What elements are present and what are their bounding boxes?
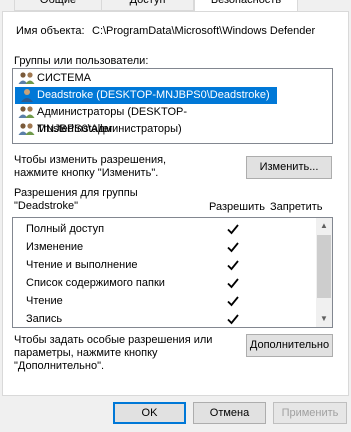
users-group-icon [18,72,35,84]
change-button[interactable]: Изменить... [246,156,332,179]
scroll-up-arrow-icon[interactable]: ▲ [316,218,332,234]
advanced-hint-line: Чтобы задать особые разрешения или [14,334,213,346]
group-item-deadstroke[interactable]: Deadstroke (DESKTOP-MNJBPS0\Deadstroke) [15,87,277,104]
tab-general[interactable]: Общие [14,0,102,11]
change-hint: Чтобы изменить разрешения, нажмите кнопк… [14,154,166,180]
advanced-button[interactable]: Дополнительно [246,334,333,357]
checkmark-icon [227,242,239,253]
group-item-trustedinstaller[interactable]: TrustedInstaller [15,121,331,138]
advanced-hint-line: "Дополнительно". [14,360,105,372]
advanced-hint-line: параметры, нажмите кнопку [14,347,158,359]
checkmark-icon [227,296,239,307]
deny-header: Запретить [270,201,323,213]
checkmark-icon [227,314,239,325]
checkmark-icon [227,278,239,289]
permissions-scrollbar[interactable]: ▲ ▼ [316,218,332,327]
group-item-label: Deadstroke (DESKTOP-MNJBPS0\Deadstroke) [37,89,270,101]
group-item-label: TrustedInstaller [37,123,113,135]
permission-row-read-execute: Чтение и выполнение [13,257,317,275]
users-group-icon [18,123,35,135]
permissions-label: Разрешения для группы "Deadstroke" [14,187,138,213]
object-path: C:\ProgramData\Microsoft\Windows Defende… [92,25,316,37]
change-hint-line: Чтобы изменить разрешения, [14,154,167,166]
users-group-icon [18,106,35,118]
ok-button[interactable]: OK [113,402,186,424]
apply-button: Применить [273,402,347,424]
permission-row-list-folder: Список содержимого папки [13,275,317,293]
permission-name: Чтение и выполнение [26,259,138,271]
permission-name: Чтение [26,295,63,307]
permission-name: Изменение [26,241,84,253]
user-icon [21,89,33,102]
tab-sharing[interactable]: Доступ [101,0,194,11]
checkmark-icon [227,224,239,235]
checkmark-icon [227,260,239,271]
cancel-button[interactable]: Отмена [193,402,266,424]
scrollbar-thumb[interactable] [317,235,331,298]
permission-row-write: Запись [13,311,317,327]
advanced-hint: Чтобы задать особые разрешения или парам… [14,334,212,373]
scroll-down-arrow-icon[interactable]: ▼ [316,311,332,327]
permissions-label-line: Разрешения для группы [14,187,138,199]
object-name-label: Имя объекта: [16,25,85,37]
permission-row-full-control: Полный доступ [13,221,317,239]
permissions-grid[interactable]: Полный доступ Изменение Чтение и выполне… [12,217,333,328]
permission-name: Запись [26,313,63,325]
permission-row-read: Чтение [13,293,317,311]
change-hint-line: нажмите кнопку "Изменить". [14,167,159,179]
allow-header: Разрешить [209,201,265,213]
group-item-administrators[interactable]: Администраторы (DESKTOP-MNJBPS0\Админист… [15,104,331,135]
groups-listbox[interactable]: СИСТЕМА Deadstroke (DESKTOP-MNJBPS0\Dead… [12,68,333,144]
permissions-label-line: "Deadstroke" [14,200,79,212]
group-item-label: СИСТЕМА [37,72,91,84]
permission-name: Полный доступ [26,223,105,235]
groups-label: Группы или пользователи: [14,55,149,67]
permission-name: Список содержимого папки [26,277,165,289]
permission-row-modify: Изменение [13,239,317,257]
group-item-system[interactable]: СИСТЕМА [15,70,331,87]
